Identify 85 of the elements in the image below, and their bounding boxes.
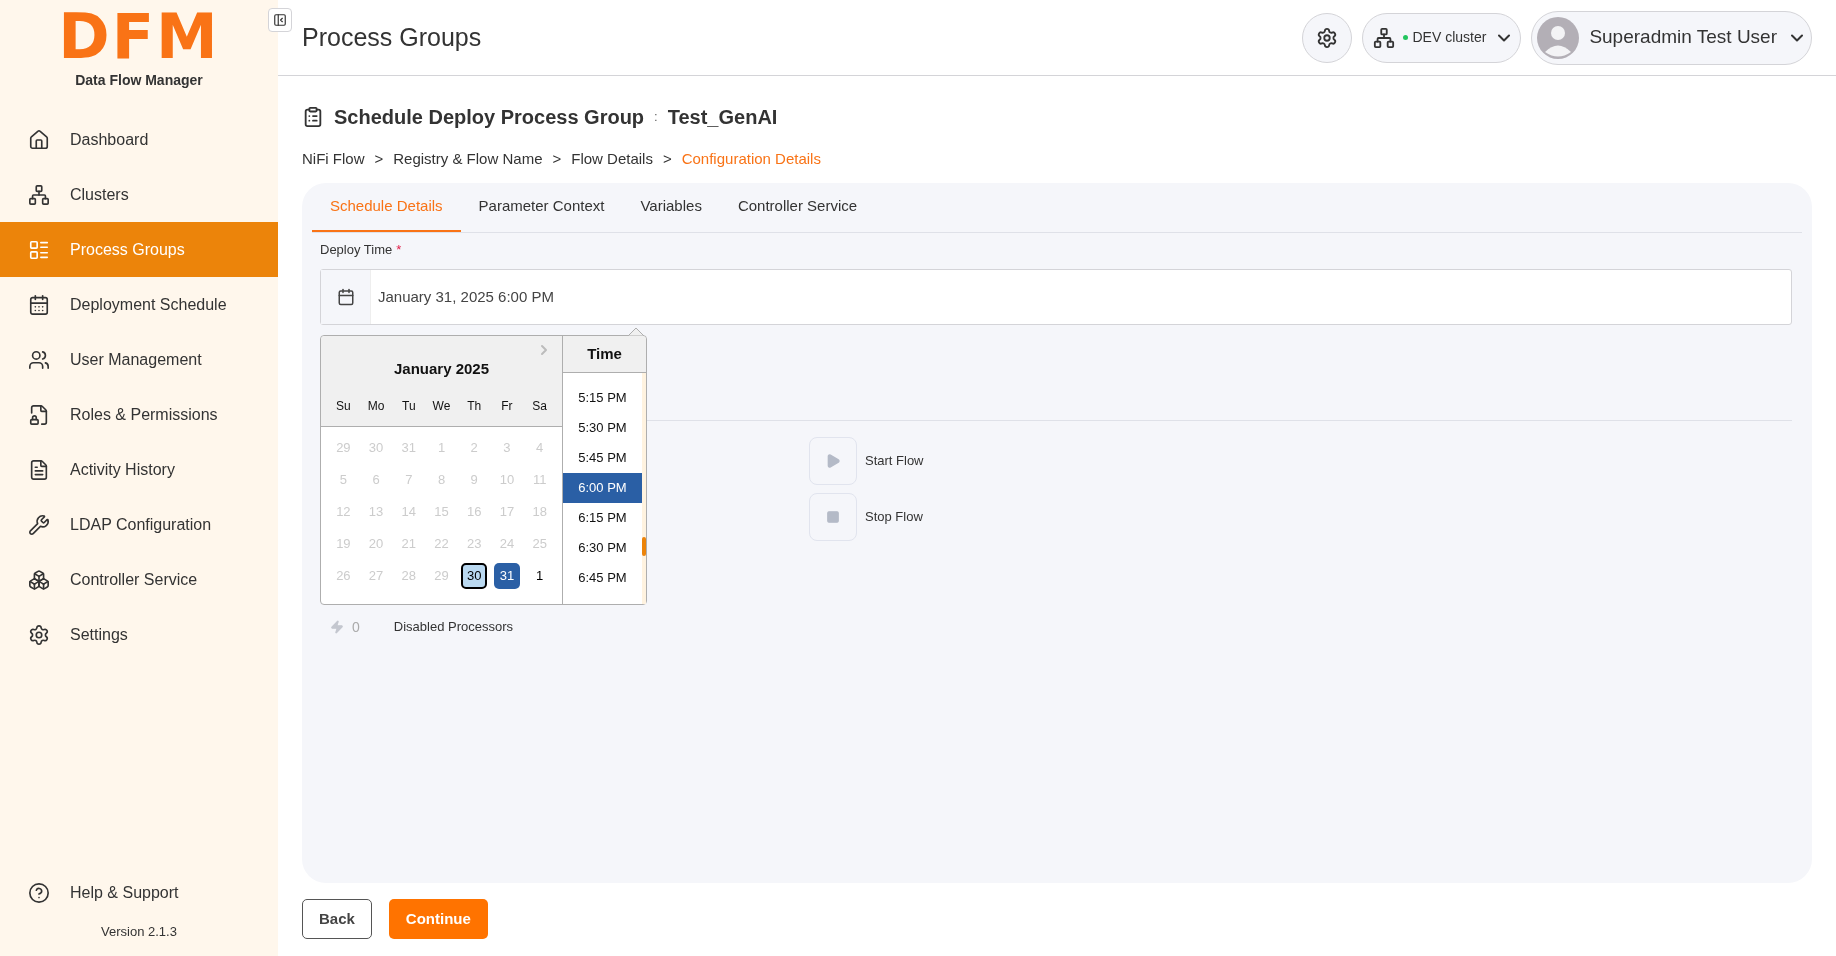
tree-icon	[1373, 26, 1396, 49]
back-button[interactable]: Back	[302, 899, 372, 939]
time-option[interactable]: 5:30 PM	[563, 413, 642, 443]
boxes-icon	[28, 568, 50, 591]
time-option[interactable]: 5:45 PM	[563, 443, 642, 473]
time-option[interactable]: 6:15 PM	[563, 503, 642, 533]
weekday-label: Fr	[500, 397, 514, 415]
field-label: Deploy Time	[320, 241, 393, 260]
tab[interactable]: Controller Service	[719, 183, 876, 232]
sidebar-item[interactable]: Roles & Permissions	[0, 387, 278, 442]
flow-action-label: Start Flow	[865, 452, 924, 471]
time-option[interactable]: 5:15 PM	[563, 383, 642, 413]
weekday-label: We	[431, 397, 452, 415]
calendar-day[interactable]: 31	[493, 563, 520, 589]
time-option[interactable]: 6:30 PM	[563, 533, 642, 563]
home-icon	[28, 128, 50, 151]
scrollbar-thumb[interactable]	[642, 537, 646, 556]
required-mark: *	[396, 241, 402, 260]
calendar-icon	[336, 288, 355, 306]
breadcrumb-separator: >	[662, 148, 672, 169]
wrench-icon	[28, 513, 50, 536]
flow-action-button[interactable]	[809, 493, 857, 541]
settings-icon	[1316, 26, 1339, 49]
chevron-icon	[1791, 33, 1803, 42]
flow-action-label: Stop Flow	[865, 508, 923, 527]
calendar-day[interactable]: 1	[526, 563, 553, 589]
time-header: Time	[587, 343, 622, 364]
weekday-label: Th	[466, 397, 483, 415]
stop-icon	[826, 510, 840, 524]
document-icon	[28, 458, 50, 481]
continue-button[interactable]: Continue	[388, 899, 488, 939]
calendar-day[interactable]: 30	[461, 563, 488, 589]
tab[interactable]: Variables	[622, 183, 720, 232]
sidebar-item[interactable]: Process Groups	[0, 222, 278, 277]
sidebar-item[interactable]: LDAP Configuration	[0, 497, 278, 552]
weekday-label: Mo	[366, 397, 386, 415]
sidebar-item[interactable]: Activity History	[0, 442, 278, 497]
clipboard-icon	[302, 106, 324, 128]
breadcrumb-link[interactable]: Flow Details	[571, 147, 653, 171]
tab[interactable]: Schedule Details	[312, 183, 461, 232]
time-option[interactable]: 6:45 PM	[563, 563, 642, 593]
lightning-icon	[330, 620, 344, 634]
collapse-button[interactable]	[268, 8, 292, 32]
sidebar-item[interactable]: Deployment Schedule	[0, 277, 278, 332]
list-icon	[28, 238, 50, 261]
month-title: January 2025	[393, 359, 490, 379]
time-option[interactable]: 6:00 PM	[563, 473, 642, 503]
tree-icon	[28, 183, 50, 206]
breadcrumb-link[interactable]: Configuration Details	[681, 147, 821, 171]
sidebar-item[interactable]: User Management	[0, 332, 278, 387]
title-separator: :	[654, 108, 658, 127]
date-field[interactable]: January 31, 2025 6:00 PM	[320, 269, 1792, 325]
weekday-label: Tu	[401, 397, 417, 415]
flow-action-button[interactable]	[809, 437, 857, 485]
avatar-icon	[1537, 16, 1580, 59]
tab[interactable]: Parameter Context	[460, 183, 623, 232]
logo-mark: DFM	[58, 6, 220, 68]
calendar-icon	[28, 293, 50, 316]
lock-file-icon	[28, 403, 50, 426]
sidebar-item[interactable]: Controller Service	[0, 552, 278, 607]
disabled-count: 0	[352, 617, 360, 637]
collapse-icon	[273, 13, 287, 27]
help-icon	[28, 881, 50, 904]
weekday-label: Sa	[531, 397, 548, 415]
page-heading: Process Groups	[302, 21, 482, 53]
users-icon	[28, 348, 50, 371]
form-title: Schedule Deploy Process Group	[334, 105, 645, 130]
weekday-label: Su	[335, 397, 352, 415]
sidebar-item[interactable]: Settings	[0, 607, 278, 662]
version-text: Version 2.1.3	[101, 923, 177, 941]
breadcrumb-link[interactable]: NiFi Flow	[302, 147, 365, 171]
breadcrumb-separator: >	[552, 148, 562, 169]
process-group-name: Test_GenAI	[667, 105, 778, 130]
cluster-dropdown[interactable]: DEV cluster	[1362, 12, 1522, 63]
user-menu[interactable]: Superadmin Test User	[1531, 10, 1812, 65]
sidebar-item[interactable]: Clusters	[0, 167, 278, 222]
settings-icon	[28, 623, 50, 646]
breadcrumb-separator: >	[374, 148, 384, 169]
chevron-icon	[1498, 33, 1511, 42]
logo-subtitle: Data Flow Manager	[75, 71, 203, 90]
sidebar-item[interactable]: Help & Support	[0, 865, 278, 920]
play-icon	[825, 453, 841, 469]
breadcrumb-link[interactable]: Registry & Flow Name	[393, 147, 543, 171]
disabled-processors-label: Disabled Processors	[393, 618, 513, 637]
sidebar-item[interactable]: Dashboard	[0, 112, 278, 167]
